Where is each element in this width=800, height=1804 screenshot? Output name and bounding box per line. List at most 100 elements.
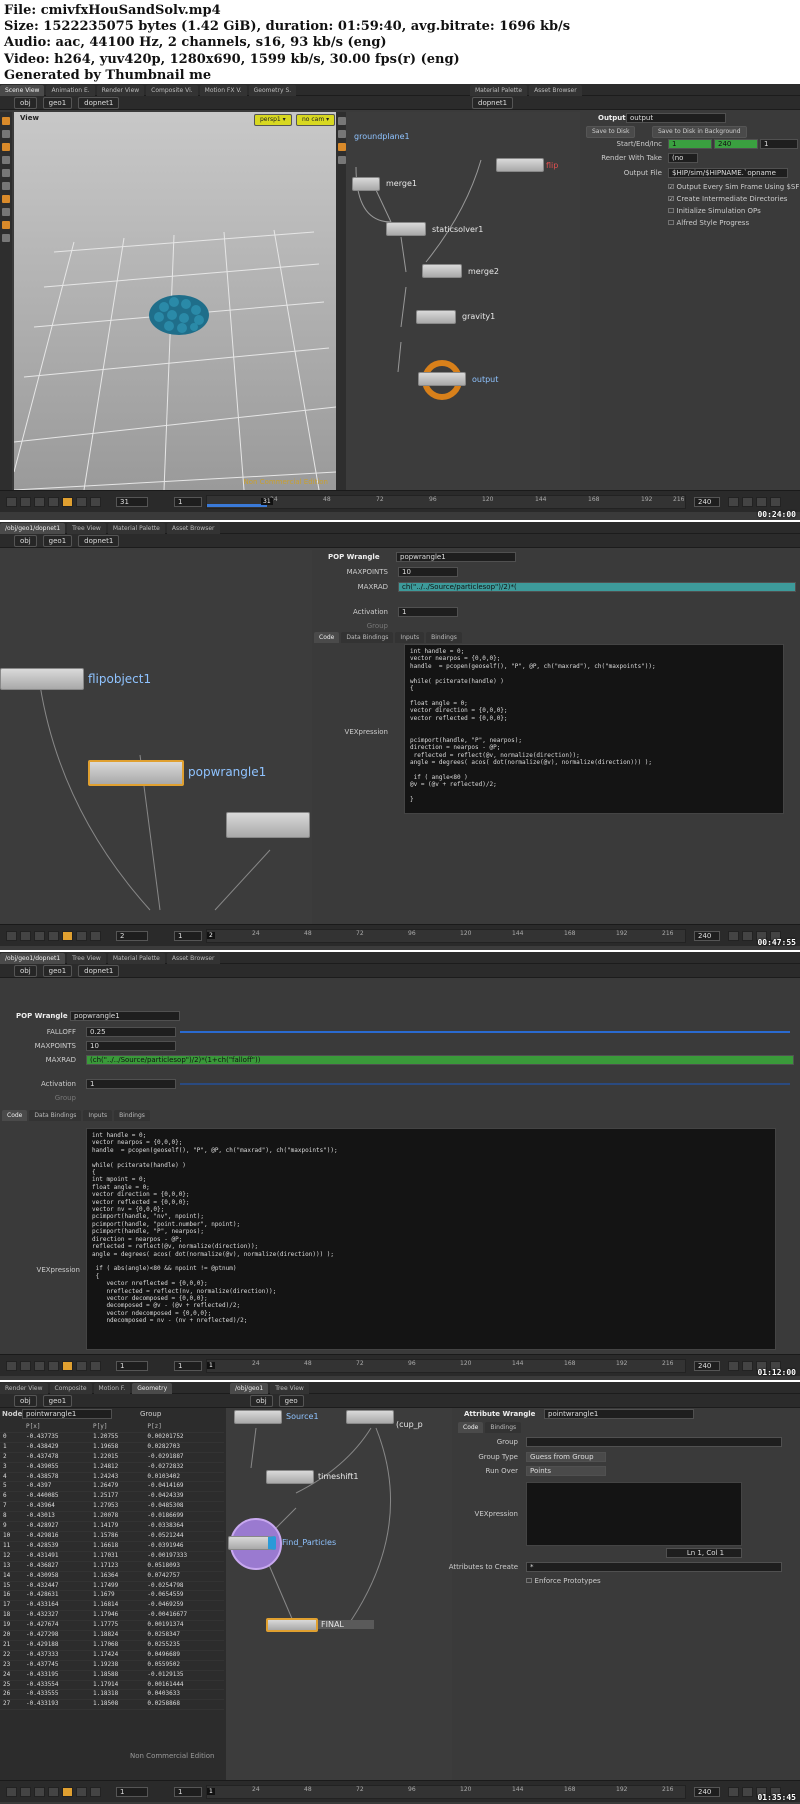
timeline-track[interactable]: 2 24 48 72 96 120 144 168 192 216 <box>206 929 686 943</box>
network-editor[interactable]: groundplane1 merge1 staticsolver1 merge2… <box>346 112 580 490</box>
node-merge2-box[interactable] <box>422 264 462 278</box>
tab-material-palette[interactable]: Material Palette <box>107 523 165 534</box>
first-frame-button[interactable] <box>6 1787 17 1797</box>
prev-key-button[interactable] <box>20 1787 31 1797</box>
path-obj[interactable]: obj <box>14 535 37 547</box>
node-final[interactable]: FINAL <box>318 1620 374 1629</box>
node-merge1-box[interactable] <box>352 177 380 191</box>
tab-inputs[interactable]: Inputs <box>395 632 425 643</box>
start-frame-field[interactable]: 1 <box>174 1787 202 1797</box>
maxpoints-field[interactable]: 10 <box>86 1041 176 1051</box>
path-geo1[interactable]: geo1 <box>42 535 73 547</box>
end-field[interactable]: 240 <box>714 139 758 149</box>
node-pop-box[interactable] <box>226 812 310 838</box>
table-row[interactable]: 25 -0.433554 1.17914 0.00161444 <box>0 1680 224 1691</box>
checkbox-create-dirs[interactable]: ☑ Create Intermediate Directories <box>668 195 787 203</box>
frame-field[interactable]: 1 <box>116 1787 148 1797</box>
audio-icon[interactable] <box>742 931 753 941</box>
path-obj[interactable]: obj <box>14 1395 37 1407</box>
table-row[interactable]: 0 -0.437735 1.20755 0.00201752 <box>0 1432 224 1443</box>
play-button[interactable] <box>62 1361 73 1371</box>
node-source[interactable]: Source1 <box>286 1412 319 1421</box>
param-node-name[interactable]: popwrangle1 <box>70 1011 180 1021</box>
node-flip[interactable]: flip <box>546 161 558 170</box>
scene-viewport[interactable]: View persp1 ▾ no cam ▾ Non Commercial Ed… <box>14 112 336 490</box>
network-pan-icon[interactable] <box>338 117 346 125</box>
node-source-box[interactable] <box>234 1410 282 1424</box>
param-node-name[interactable]: output <box>626 113 726 123</box>
path-geo1[interactable]: geo1 <box>42 1395 73 1407</box>
last-frame-button[interactable] <box>90 931 101 941</box>
tab-material-palette[interactable]: Material Palette <box>470 85 528 96</box>
path-dopnet1[interactable]: dopnet1 <box>78 97 120 109</box>
node-timeshift[interactable]: timeshift1 <box>318 1472 358 1481</box>
reverse-button[interactable] <box>48 497 59 507</box>
table-row[interactable]: 8 -0.43013 1.20078 -0.0186699 <box>0 1511 224 1523</box>
table-row[interactable]: 15 -0.432447 1.17499 -0.0254798 <box>0 1581 224 1592</box>
checkbox-sim-frame[interactable]: ☑ Output Every Sim Frame Using $SF <box>668 183 799 191</box>
prev-key-button[interactable] <box>20 931 31 941</box>
tab-motion-fx[interactable]: Motion FX V. <box>199 85 247 96</box>
path-dopnet1[interactable]: dopnet1 <box>78 965 120 977</box>
network-zoom-icon[interactable] <box>338 130 346 138</box>
node-popwrangle[interactable]: popwrangle1 <box>188 765 266 779</box>
run-over-menu[interactable]: Points <box>526 1466 606 1476</box>
node-timeshift-box[interactable] <box>266 1470 314 1484</box>
path-obj[interactable]: obj <box>14 97 37 109</box>
column-header[interactable] <box>0 1423 24 1433</box>
step-back-button[interactable] <box>34 1787 45 1797</box>
rotate-tool-icon[interactable] <box>2 143 10 151</box>
table-row[interactable]: 21 -0.429188 1.17068 0.0255235 <box>0 1640 224 1651</box>
current-frame-marker[interactable]: 1 <box>207 1362 215 1369</box>
magnet-tool-icon[interactable] <box>2 195 10 203</box>
current-frame-marker[interactable]: 31 <box>261 498 273 505</box>
realtime-toggle-icon[interactable] <box>728 497 739 507</box>
path-dopnet1-right[interactable]: dopnet1 <box>472 97 514 109</box>
prev-key-button[interactable] <box>20 497 31 507</box>
vex-code-editor[interactable] <box>526 1482 742 1546</box>
tab-dopnet-path[interactable]: /obj/geo1/dopnet1 <box>0 953 66 964</box>
play-button[interactable] <box>62 497 73 507</box>
end-frame-field[interactable]: 240 <box>694 1787 720 1797</box>
tab-code[interactable]: Code <box>2 1110 28 1121</box>
tab-animation[interactable]: Animation E. <box>46 85 95 96</box>
path-geo1[interactable]: geo1 <box>42 97 73 109</box>
table-row[interactable]: 22 -0.437333 1.17424 0.0496689 <box>0 1650 224 1661</box>
maxrad-field[interactable]: (ch("../../Source/particlesop")/2)*(1+ch… <box>86 1055 794 1065</box>
param-node-name[interactable]: pointwrangle1 <box>544 1409 694 1419</box>
table-row[interactable]: 26 -0.433555 1.18318 0.0403633 <box>0 1689 224 1701</box>
tab-obj-geo1[interactable]: /obj/geo1 <box>230 1383 269 1394</box>
reverse-button[interactable] <box>48 1787 59 1797</box>
node-groundplane[interactable]: groundplane1 <box>354 132 410 141</box>
table-row[interactable]: 4 -0.438578 1.24243 0.0103402 <box>0 1472 224 1483</box>
last-frame-button[interactable] <box>90 497 101 507</box>
node-merge2[interactable]: merge2 <box>468 267 499 276</box>
timeline-track[interactable]: 1 24 48 72 96 120 144 168 192 216 <box>206 1359 686 1373</box>
node-popwrangle-box[interactable] <box>88 760 184 786</box>
tab-data-bindings[interactable]: Data Bindings <box>29 1110 82 1121</box>
maxrad-field[interactable]: ch("../../Source/particlesop")/2)*( <box>398 582 796 592</box>
node-find-box[interactable] <box>228 1536 276 1550</box>
node-flip-box[interactable] <box>496 158 544 172</box>
tab-code[interactable]: Code <box>314 632 340 643</box>
node-find[interactable]: Find_Particles <box>282 1538 336 1547</box>
node-merge1[interactable]: merge1 <box>386 179 417 188</box>
node-flipobject[interactable]: flipobject1 <box>88 672 151 686</box>
table-row[interactable]: 2 -0.437478 1.22015 -0.0291887 <box>0 1452 224 1463</box>
select-tool-icon[interactable] <box>2 117 10 125</box>
tab-geometry[interactable]: Geometry S. <box>248 85 297 96</box>
table-row[interactable]: 14 -0.430958 1.16364 0.0742757 <box>0 1571 224 1582</box>
snap-tool-icon[interactable] <box>2 234 10 242</box>
reverse-button[interactable] <box>48 931 59 941</box>
tab-inputs[interactable]: Inputs <box>83 1110 113 1121</box>
play-button[interactable] <box>62 931 73 941</box>
end-frame-field[interactable]: 240 <box>694 497 720 507</box>
checkbox-alfred[interactable]: ☐ Alfred Style Progress <box>668 219 749 227</box>
current-frame-marker[interactable]: 1 <box>207 1788 215 1795</box>
start-frame-field[interactable]: 1 <box>174 931 202 941</box>
start-frame-field[interactable]: 1 <box>174 497 202 507</box>
realtime-toggle-icon[interactable] <box>728 1787 739 1797</box>
frame-field[interactable]: 31 <box>116 497 148 507</box>
column-header[interactable]: P[y] <box>90 1423 145 1433</box>
audio-icon[interactable] <box>742 1361 753 1371</box>
